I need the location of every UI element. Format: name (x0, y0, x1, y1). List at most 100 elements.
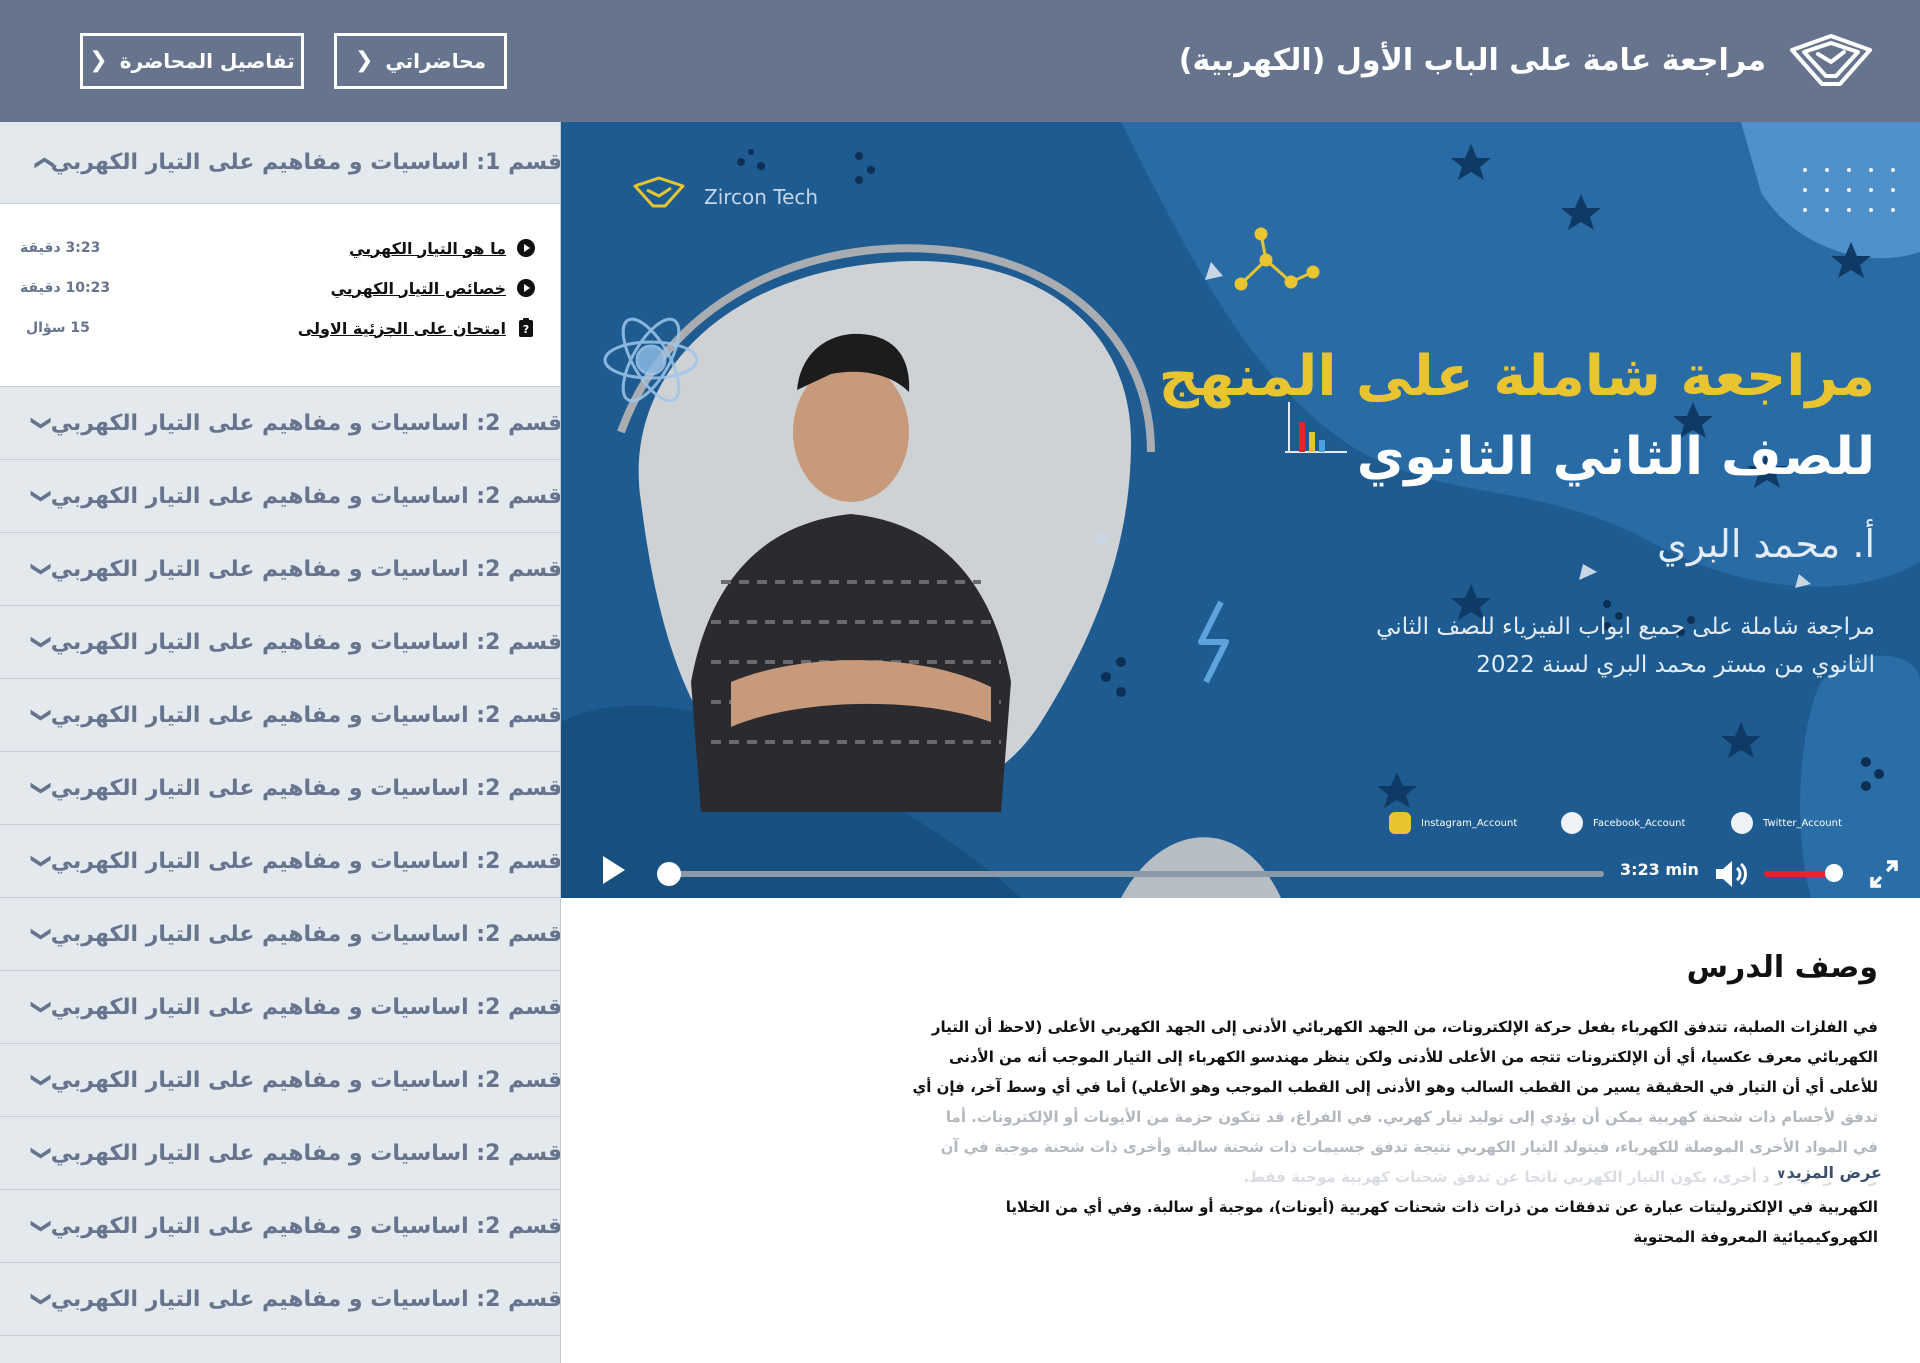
volume-bar[interactable] (1764, 871, 1834, 877)
svg-text:?: ? (523, 323, 529, 336)
play-circle-icon (517, 239, 535, 257)
chevron-down-icon: ❯ (30, 560, 55, 578)
chevron-down-icon: ❯ (30, 1290, 55, 1308)
chevron-down-icon: ❯ (30, 633, 55, 651)
volume-icon[interactable] (1714, 858, 1750, 890)
facebook-label: Facebook_Account (1593, 817, 1686, 829)
chevron-down-icon: ❯ (30, 1071, 55, 1089)
section-title: قسم 2: اساسيات و مفاهيم على التيار الكهر… (50, 629, 561, 655)
sections-sidebar: ❯ قسم 1: اساسيات و مفاهيم على التيار الك… (0, 122, 561, 1363)
section-header[interactable]: ❯ قسم 2: اساسيات و مفاهيم على التيار الكه… (0, 460, 560, 533)
facebook-icon (1561, 812, 1583, 834)
lesson-question-count: 15 سؤال (26, 320, 90, 336)
section-title: قسم 2: اساسيات و مفاهيم على التيار الكهر… (50, 848, 561, 874)
video-player[interactable]: Zircon Tech مراجعة شاملة على المنهج للصف… (561, 122, 1920, 898)
fullscreen-icon[interactable] (1869, 859, 1899, 889)
chevron-down-icon: ∨ (1776, 1167, 1787, 1182)
section-title: قسم 2: اساسيات و مفاهيم على التيار الكهر… (50, 1140, 561, 1166)
section-title: قسم 2: اساسيات و مفاهيم على التيار الكهر… (50, 410, 561, 436)
section-title: قسم 1: اساسيات و مفاهيم على التيار الكهر… (50, 150, 561, 175)
section-header[interactable]: ❯ قسم 2: اساسيات و مفاهيم على التيار الكه… (0, 825, 560, 898)
instagram-icon (1389, 812, 1411, 834)
lesson-title[interactable]: خصائص التيار الكهربي (330, 279, 506, 298)
chevron-down-icon: ❯ (30, 487, 55, 505)
section-title: قسم 2: اساسيات و مفاهيم على التيار الكهر… (50, 1213, 561, 1239)
quiz-icon: ? (519, 318, 533, 337)
description-line: واحد. وفي مواد أخرى، يكون التيار الكهربي… (1243, 1168, 1878, 1186)
twitter-icon (1731, 812, 1753, 834)
lesson-item[interactable]: 10:23 دقيقة خصائص التيار الكهربي (20, 274, 536, 302)
lesson-duration: 3:23 دقيقة (20, 240, 101, 256)
lecture-details-label: تفاصيل المحاضرة (119, 49, 295, 73)
twitter-label: Twitter_Account (1763, 817, 1842, 829)
section-header[interactable]: ❯ قسم 2: اساسيات و مفاهيم على التيار الكه… (0, 1190, 560, 1263)
section-header[interactable]: ❯ قسم 2: اساسيات و مفاهيم على التيار الكه… (0, 387, 560, 460)
lesson-duration: 10:23 دقيقة (20, 280, 111, 296)
section-header[interactable]: ❯ قسم 2: اساسيات و مفاهيم على التيار الكه… (0, 1044, 560, 1117)
progress-handle[interactable] (657, 862, 681, 886)
page-title: مراجعة عامة على الباب الأول (الكهربية) (1178, 43, 1766, 78)
lecture-details-button[interactable]: تفاصيل المحاضرة ❮ (80, 33, 304, 89)
show-more-link[interactable]: عرض المزيد∨ (1770, 1163, 1882, 1182)
section-header[interactable]: ❯ قسم 2: اساسيات و مفاهيم على التيار الكه… (0, 898, 560, 971)
time-readout: 3:23 min (1620, 860, 1699, 879)
top-header: مراجعة عامة على الباب الأول (الكهربية) م… (0, 0, 1920, 122)
section-header[interactable]: ❯ قسم 2: اساسيات و مفاهيم على التيار الكه… (0, 1263, 560, 1336)
volume-handle[interactable] (1825, 864, 1843, 882)
section-title: قسم 2: اساسيات و مفاهيم على التيار الكهر… (50, 1286, 561, 1312)
section-header[interactable]: ❯ قسم 2: اساسيات و مفاهيم على التيار الكه… (0, 971, 560, 1044)
description-line: للأعلى أي أن التيار في الحقيقة يسير من ا… (912, 1078, 1878, 1096)
my-lectures-button[interactable]: محاضراتي ❮ (334, 33, 507, 89)
section-header[interactable]: ❯ قسم 2: اساسيات و مفاهيم على التيار الكه… (0, 679, 560, 752)
lesson-item[interactable]: 15 سؤال ? امتحان على الجزئية الاولى (20, 314, 536, 342)
chevron-down-icon: ❯ (30, 925, 55, 943)
zircon-logo-icon (1790, 34, 1872, 86)
description-tail: الكهربية في الإلكتروليتات عبارة عن تدفقا… (898, 1192, 1878, 1252)
instagram-label: Instagram_Account (1421, 817, 1518, 829)
description-line: الكهربائي معرف عكسيا، أي أن الإلكترونات … (949, 1048, 1878, 1066)
chevron-down-icon: ❯ (30, 706, 55, 724)
chevron-down-icon: ❯ (30, 414, 55, 432)
section-title: قسم 2: اساسيات و مفاهيم على التيار الكهر… (50, 775, 561, 801)
description-line: الكهربية في الإلكتروليتات عبارة عن تدفقا… (1005, 1198, 1878, 1216)
section-title: قسم 2: اساسيات و مفاهيم على التيار الكهر… (50, 556, 561, 582)
video-thumbnail (561, 122, 1920, 898)
social-instagram: Instagram_Account (1389, 812, 1517, 834)
chevron-down-icon: ❯ (30, 1144, 55, 1162)
section-title: قسم 2: اساسيات و مفاهيم على التيار الكهر… (50, 483, 561, 509)
section-header[interactable]: ❯ قسم 2: اساسيات و مفاهيم على التيار الكه… (0, 752, 560, 825)
video-headline-1: مراجعة شاملة على المنهج (1158, 344, 1875, 409)
description-body: في الفلزات الصلبة، تتدفق الكهرباء بفعل ح… (898, 1012, 1878, 1192)
brand-name: Zircon Tech (704, 185, 819, 209)
play-icon[interactable] (599, 854, 627, 886)
teacher-name: أ. محمد البري (1657, 522, 1875, 566)
video-controls: 3:23 min (561, 842, 1920, 898)
section-header[interactable]: ❯ قسم 2: اساسيات و مفاهيم على التيار الكه… (0, 533, 560, 606)
show-more-label: عرض المزيد (1786, 1163, 1882, 1182)
lesson-item[interactable]: 3:23 دقيقة ما هو التيار الكهربي (20, 234, 536, 262)
my-lectures-label: محاضراتي (385, 49, 487, 73)
chevron-down-icon: ❯ (30, 998, 55, 1016)
video-headline-2: للصف الثاني الثانوي (1356, 427, 1875, 487)
description-line: في الفلزات الصلبة، تتدفق الكهرباء بفعل ح… (931, 1018, 1878, 1036)
section-1-header[interactable]: ❯ قسم 1: اساسيات و مفاهيم على التيار الك… (0, 122, 560, 204)
chevron-left-icon: ❮ (354, 48, 374, 73)
chevron-left-icon: ❮ (89, 48, 108, 73)
section-header[interactable]: ❯ قسم 2: اساسيات و مفاهيم على التيار الكه… (0, 606, 560, 679)
description-line: الكهروكيميائية المعروفة المحتوية (1633, 1228, 1878, 1246)
progress-bar[interactable] (661, 871, 1604, 877)
social-facebook: Facebook_Account (1561, 812, 1685, 834)
section-title: قسم 2: اساسيات و مفاهيم على التيار الكهر… (50, 702, 561, 728)
section-header[interactable]: ❯ قسم 2: اساسيات و مفاهيم على التيار الكه… (0, 1117, 560, 1190)
lesson-title[interactable]: امتحان على الجزئية الاولى (298, 319, 506, 338)
section-title: قسم 2: اساسيات و مفاهيم على التيار الكهر… (50, 994, 561, 1020)
description-line: في المواد الأخرى الموصلة للكهرباء، فيتول… (940, 1138, 1878, 1156)
section-1-lessons: 3:23 دقيقة ما هو التيار الكهربي 10:23 دق… (0, 204, 560, 387)
chevron-up-icon: ❯ (30, 154, 55, 171)
lesson-title[interactable]: ما هو التيار الكهربي (349, 239, 506, 258)
play-circle-icon (517, 279, 535, 297)
chevron-down-icon: ❯ (30, 1217, 55, 1235)
video-description-1: مراجعة شاملة على جميع ابواب الفيزياء للص… (1376, 614, 1875, 640)
chevron-down-icon: ❯ (30, 852, 55, 870)
description-line: تدفق لأجسام ذات شحنة كهربية يمكن أن يؤدي… (945, 1108, 1878, 1126)
